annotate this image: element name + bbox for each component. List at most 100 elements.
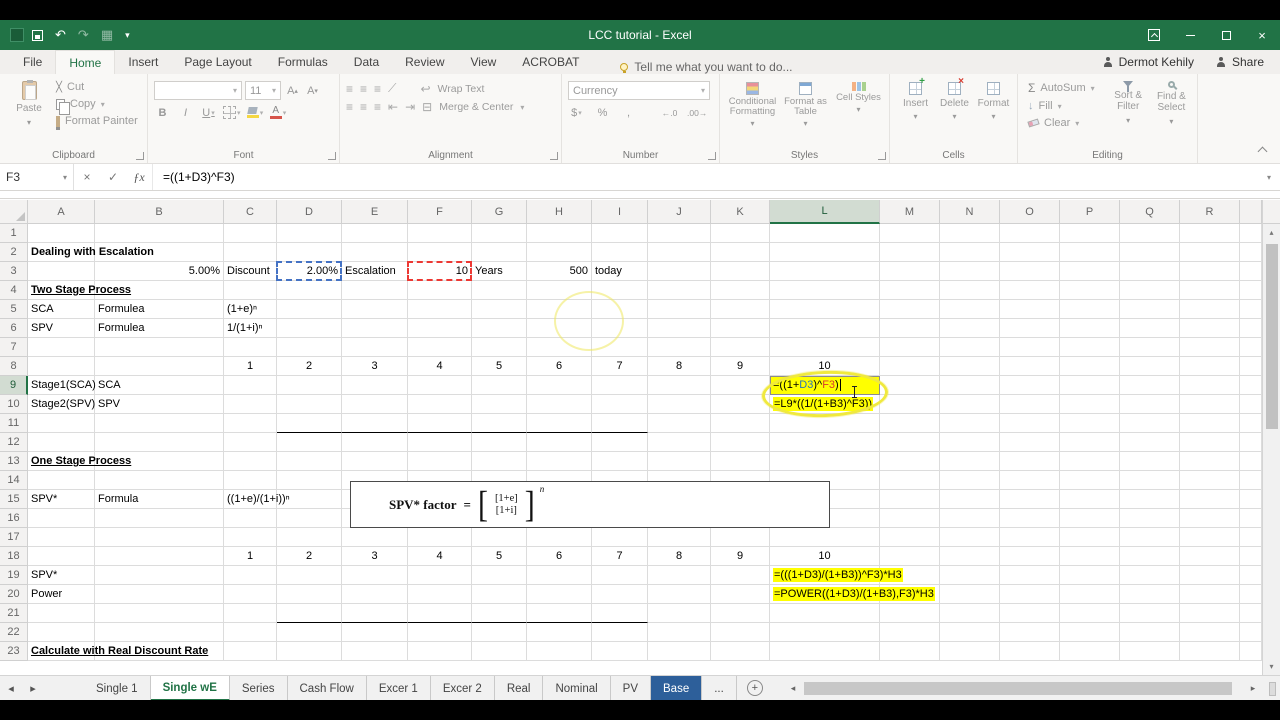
cell-D22[interactable] [277, 623, 342, 642]
cell-A14[interactable] [28, 471, 95, 490]
enter-entry-button[interactable]: ✓ [100, 170, 126, 184]
increase-font-icon[interactable]: A ▴ [284, 82, 301, 99]
cell-M12[interactable] [880, 433, 940, 452]
format-painter-button[interactable]: Format Painter [56, 115, 138, 130]
cell-O10[interactable] [1000, 395, 1060, 414]
cell-N20[interactable] [940, 585, 1000, 604]
align-middle-icon[interactable]: ≡ [360, 82, 367, 96]
cell-x12[interactable] [1240, 433, 1262, 452]
cell-x18[interactable] [1240, 547, 1262, 566]
cell-C5[interactable]: (1+e)ⁿ [224, 300, 277, 319]
cell-K6[interactable] [711, 319, 770, 338]
cell-C4[interactable] [224, 281, 277, 300]
cell-N18[interactable] [940, 547, 1000, 566]
close-button[interactable]: × [1244, 20, 1280, 50]
cell-R23[interactable] [1180, 642, 1240, 661]
cancel-entry-button[interactable]: × [74, 170, 100, 184]
cell-B9[interactable]: SCA [95, 376, 224, 395]
cell-R16[interactable] [1180, 509, 1240, 528]
cell-D1[interactable] [277, 224, 342, 243]
cell-E18[interactable]: 3 [342, 547, 408, 566]
cell-J1[interactable] [648, 224, 711, 243]
cell-R8[interactable] [1180, 357, 1240, 376]
cell-B1[interactable] [95, 224, 224, 243]
cell-O18[interactable] [1000, 547, 1060, 566]
cell-P1[interactable] [1060, 224, 1120, 243]
font-name-combo[interactable]: ▾ [154, 81, 242, 100]
cell-J19[interactable] [648, 566, 711, 585]
sheet-tab-cash-flow[interactable]: Cash Flow [288, 676, 367, 700]
cell-K12[interactable] [711, 433, 770, 452]
horizontal-scroll-track[interactable] [800, 682, 1246, 695]
cell-G5[interactable] [472, 300, 527, 319]
cell-M5[interactable] [880, 300, 940, 319]
autosum-button[interactable]: Σ AutoSum ▾ [1028, 81, 1107, 95]
cell-R10[interactable] [1180, 395, 1240, 414]
row-header-7[interactable]: 7 [0, 338, 28, 357]
cell-M16[interactable] [880, 509, 940, 528]
cell-E5[interactable] [342, 300, 408, 319]
cell-x14[interactable] [1240, 471, 1262, 490]
fill-button[interactable]: ↓ Fill ▾ [1028, 100, 1107, 112]
row-header-16[interactable]: 16 [0, 509, 28, 528]
cell-M3[interactable] [880, 262, 940, 281]
cell-N16[interactable] [940, 509, 1000, 528]
delete-cells-button[interactable]: Delete▾ [935, 76, 974, 147]
sort-filter-button[interactable]: Sort & Filter ▾ [1107, 77, 1150, 147]
cell-N15[interactable] [940, 490, 1000, 509]
cell-P3[interactable] [1060, 262, 1120, 281]
cell-G17[interactable] [472, 528, 527, 547]
cell-C21[interactable] [224, 604, 277, 623]
cell-R18[interactable] [1180, 547, 1240, 566]
cell-x13[interactable] [1240, 452, 1262, 471]
cell-M9[interactable] [880, 376, 940, 395]
cell-B7[interactable] [95, 338, 224, 357]
cell-H6[interactable] [527, 319, 592, 338]
cell-K2[interactable] [711, 243, 770, 262]
save-icon[interactable] [32, 29, 43, 41]
cell-H4[interactable] [527, 281, 592, 300]
cell-K19[interactable] [711, 566, 770, 585]
cell-C10[interactable] [224, 395, 277, 414]
cell-x4[interactable] [1240, 281, 1262, 300]
cell-Q17[interactable] [1120, 528, 1180, 547]
sheet-tab-real[interactable]: Real [495, 676, 544, 700]
cell-K20[interactable] [711, 585, 770, 604]
cell-K7[interactable] [711, 338, 770, 357]
cell-G19[interactable] [472, 566, 527, 585]
cell-D6[interactable] [277, 319, 342, 338]
cell-H17[interactable] [527, 528, 592, 547]
cell-O19[interactable] [1000, 566, 1060, 585]
cell-x3[interactable] [1240, 262, 1262, 281]
cell-E1[interactable] [342, 224, 408, 243]
cell-L6[interactable] [770, 319, 880, 338]
cell-E12[interactable] [342, 433, 408, 452]
sheet-tab-base[interactable]: Base [651, 676, 703, 700]
cell-C15[interactable]: ((1+e)/(1+i))ⁿ [224, 490, 290, 509]
cell-x16[interactable] [1240, 509, 1262, 528]
horizontal-scroll-thumb[interactable] [804, 682, 1232, 695]
cell-G22[interactable] [472, 623, 527, 642]
collapse-ribbon-icon[interactable] [1257, 146, 1268, 157]
cell-D9[interactable] [277, 376, 342, 395]
cell-P10[interactable] [1060, 395, 1120, 414]
cell-G9[interactable] [472, 376, 527, 395]
find-select-button[interactable]: Find & Select ▾ [1150, 77, 1193, 147]
cell-A10[interactable]: Stage2(SPV) [28, 395, 95, 414]
column-header-P[interactable]: P [1060, 200, 1120, 224]
cell-P21[interactable] [1060, 604, 1120, 623]
cell-I17[interactable] [592, 528, 648, 547]
cell-C3[interactable]: Discount [224, 262, 277, 281]
cell-O3[interactable] [1000, 262, 1060, 281]
row-header-19[interactable]: 19 [0, 566, 28, 585]
cell-R5[interactable] [1180, 300, 1240, 319]
cell-N5[interactable] [940, 300, 1000, 319]
cell-F3[interactable]: 10 [407, 261, 472, 281]
cell-K17[interactable] [711, 528, 770, 547]
cell-C7[interactable] [224, 338, 277, 357]
cell-E20[interactable] [342, 585, 408, 604]
align-left-icon[interactable]: ≡ [346, 100, 353, 114]
scroll-right-button[interactable]: ▸ [1246, 683, 1260, 694]
cell-C11[interactable] [224, 414, 277, 433]
cell-L4[interactable] [770, 281, 880, 300]
